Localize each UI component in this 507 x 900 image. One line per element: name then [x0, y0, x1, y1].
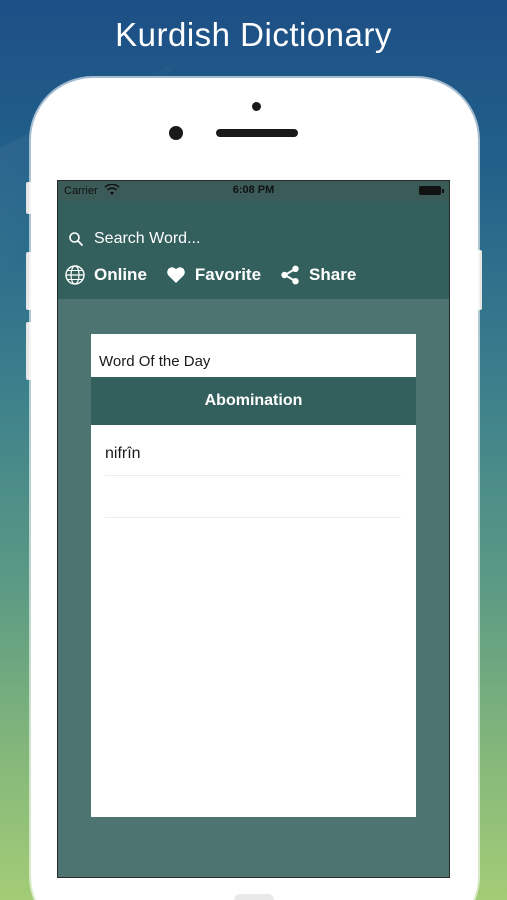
battery-icon [419, 186, 444, 195]
search-input[interactable]: Search Word... [94, 230, 200, 248]
share-button[interactable]: Share [279, 264, 356, 286]
action-bar: Online Favorite Share [64, 261, 374, 289]
front-camera [169, 126, 183, 140]
status-time: 6:08 PM [232, 184, 275, 196]
search-bar[interactable]: Search Word... [68, 225, 368, 253]
word-of-day-card: Word Of the Day Abomination nifrîn [91, 334, 416, 817]
share-label: Share [309, 265, 357, 284]
divider [105, 475, 401, 476]
favorite-button[interactable]: Favorite [165, 264, 261, 286]
online-button[interactable]: Online [64, 264, 147, 286]
app-header: Search Word... Online Favorite Share [58, 201, 449, 299]
globe-icon [65, 265, 85, 285]
translation-text: nifrîn [105, 445, 141, 462]
proximity-sensor [252, 102, 261, 111]
word-of-day-heading: Word Of the Day [99, 353, 211, 370]
app-screen: Carrier 6:08 PM Search Word... Online Fa… [57, 180, 450, 878]
share-icon [281, 265, 299, 285]
online-label: Online [94, 265, 147, 284]
search-icon [69, 232, 83, 246]
heart-icon [167, 267, 185, 283]
home-button [234, 894, 274, 900]
status-bar: Carrier 6:08 PM [58, 181, 449, 201]
favorite-label: Favorite [194, 265, 262, 284]
earpiece-speaker [216, 129, 298, 137]
word-title[interactable]: Abomination [91, 377, 416, 425]
promo-title: Kurdish Dictionary [115, 16, 392, 53]
divider [105, 517, 401, 518]
